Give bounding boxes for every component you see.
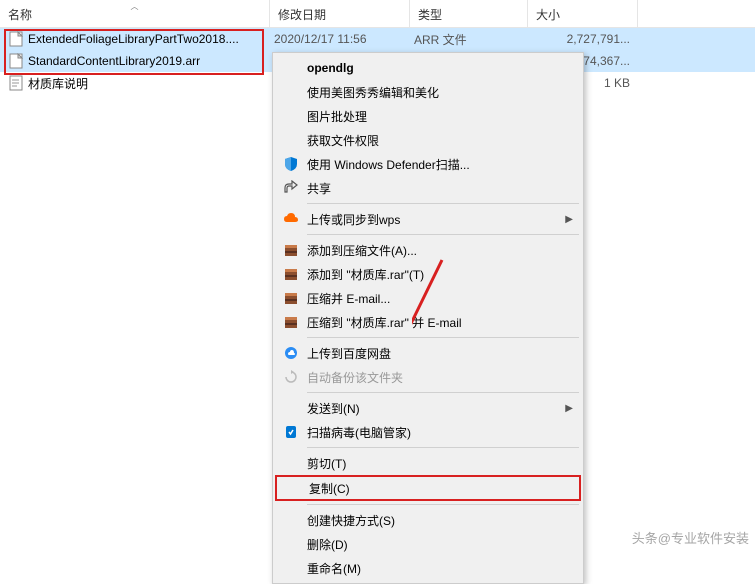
rar-icon xyxy=(279,240,303,260)
file-icon xyxy=(8,31,24,47)
chevron-right-icon: ▶ xyxy=(565,403,573,414)
watermark: 头条@专业软件安装 xyxy=(632,528,749,547)
rar-icon xyxy=(279,288,303,308)
menu-batch[interactable]: 图片批处理 xyxy=(275,104,581,128)
menu-cut[interactable]: 剪切(T) xyxy=(275,451,581,475)
context-menu: opendlg 使用美图秀秀编辑和美化 图片批处理 获取文件权限 使用 Wind… xyxy=(272,52,584,584)
menu-perm[interactable]: 获取文件权限 xyxy=(275,128,581,152)
file-icon xyxy=(8,53,24,69)
file-date: 2020/12/17 11:56 xyxy=(270,32,410,46)
header-date[interactable]: 修改日期 xyxy=(270,0,410,27)
menu-delete[interactable]: 删除(D) xyxy=(275,532,581,556)
menu-shortcut[interactable]: 创建快捷方式(S) xyxy=(275,508,581,532)
menu-compress-rar-email[interactable]: 压缩到 "材质库.rar" 并 E-mail xyxy=(275,310,581,334)
menu-share[interactable]: 共享 xyxy=(275,176,581,200)
menu-add-rar[interactable]: 添加到 "材质库.rar"(T) xyxy=(275,262,581,286)
menu-meitu[interactable]: 使用美图秀秀编辑和美化 xyxy=(275,80,581,104)
menu-opendlg[interactable]: opendlg xyxy=(275,56,581,80)
shield-icon xyxy=(279,154,303,174)
menu-separator xyxy=(307,447,579,448)
menu-add-archive[interactable]: 添加到压缩文件(A)... xyxy=(275,238,581,262)
baidu-cloud-icon xyxy=(279,343,303,363)
menu-scan-virus[interactable]: 扫描病毒(电脑管家) xyxy=(275,420,581,444)
rar-icon xyxy=(279,312,303,332)
chevron-right-icon: ▶ xyxy=(565,214,573,225)
menu-separator xyxy=(307,203,579,204)
menu-separator xyxy=(307,234,579,235)
header-name[interactable]: 名称 ︿ xyxy=(0,0,270,27)
file-type: ARR 文件 xyxy=(410,31,528,48)
sync-icon xyxy=(279,367,303,387)
header-type[interactable]: 类型 xyxy=(410,0,528,27)
menu-auto-backup: 自动备份该文件夹 xyxy=(275,365,581,389)
header-name-label: 名称 xyxy=(8,8,32,22)
file-row[interactable]: ExtendedFoliageLibraryPartTwo2018.... 20… xyxy=(0,28,755,50)
rar-icon xyxy=(279,264,303,284)
file-size: 2,727,791... xyxy=(528,32,638,46)
header-size[interactable]: 大小 xyxy=(528,0,638,27)
menu-baidu[interactable]: 上传到百度网盘 xyxy=(275,341,581,365)
menu-send-to[interactable]: 发送到(N)▶ xyxy=(275,396,581,420)
guard-icon xyxy=(279,422,303,442)
sort-asc-icon: ︿ xyxy=(131,1,139,12)
menu-copy[interactable]: 复制(C) xyxy=(275,475,581,501)
column-header: 名称 ︿ 修改日期 类型 大小 xyxy=(0,0,755,28)
cloud-icon xyxy=(279,209,303,229)
file-name: StandardContentLibrary2019.arr xyxy=(28,54,200,68)
menu-separator xyxy=(307,504,579,505)
menu-wps[interactable]: 上传或同步到wps▶ xyxy=(275,207,581,231)
menu-compress-email[interactable]: 压缩并 E-mail... xyxy=(275,286,581,310)
text-file-icon xyxy=(8,75,24,91)
file-name: ExtendedFoliageLibraryPartTwo2018.... xyxy=(28,32,239,46)
menu-rename[interactable]: 重命名(M) xyxy=(275,556,581,580)
menu-separator xyxy=(307,337,579,338)
file-name: 材质库说明 xyxy=(28,75,88,92)
menu-defender[interactable]: 使用 Windows Defender扫描... xyxy=(275,152,581,176)
share-icon xyxy=(279,178,303,198)
menu-separator xyxy=(307,392,579,393)
